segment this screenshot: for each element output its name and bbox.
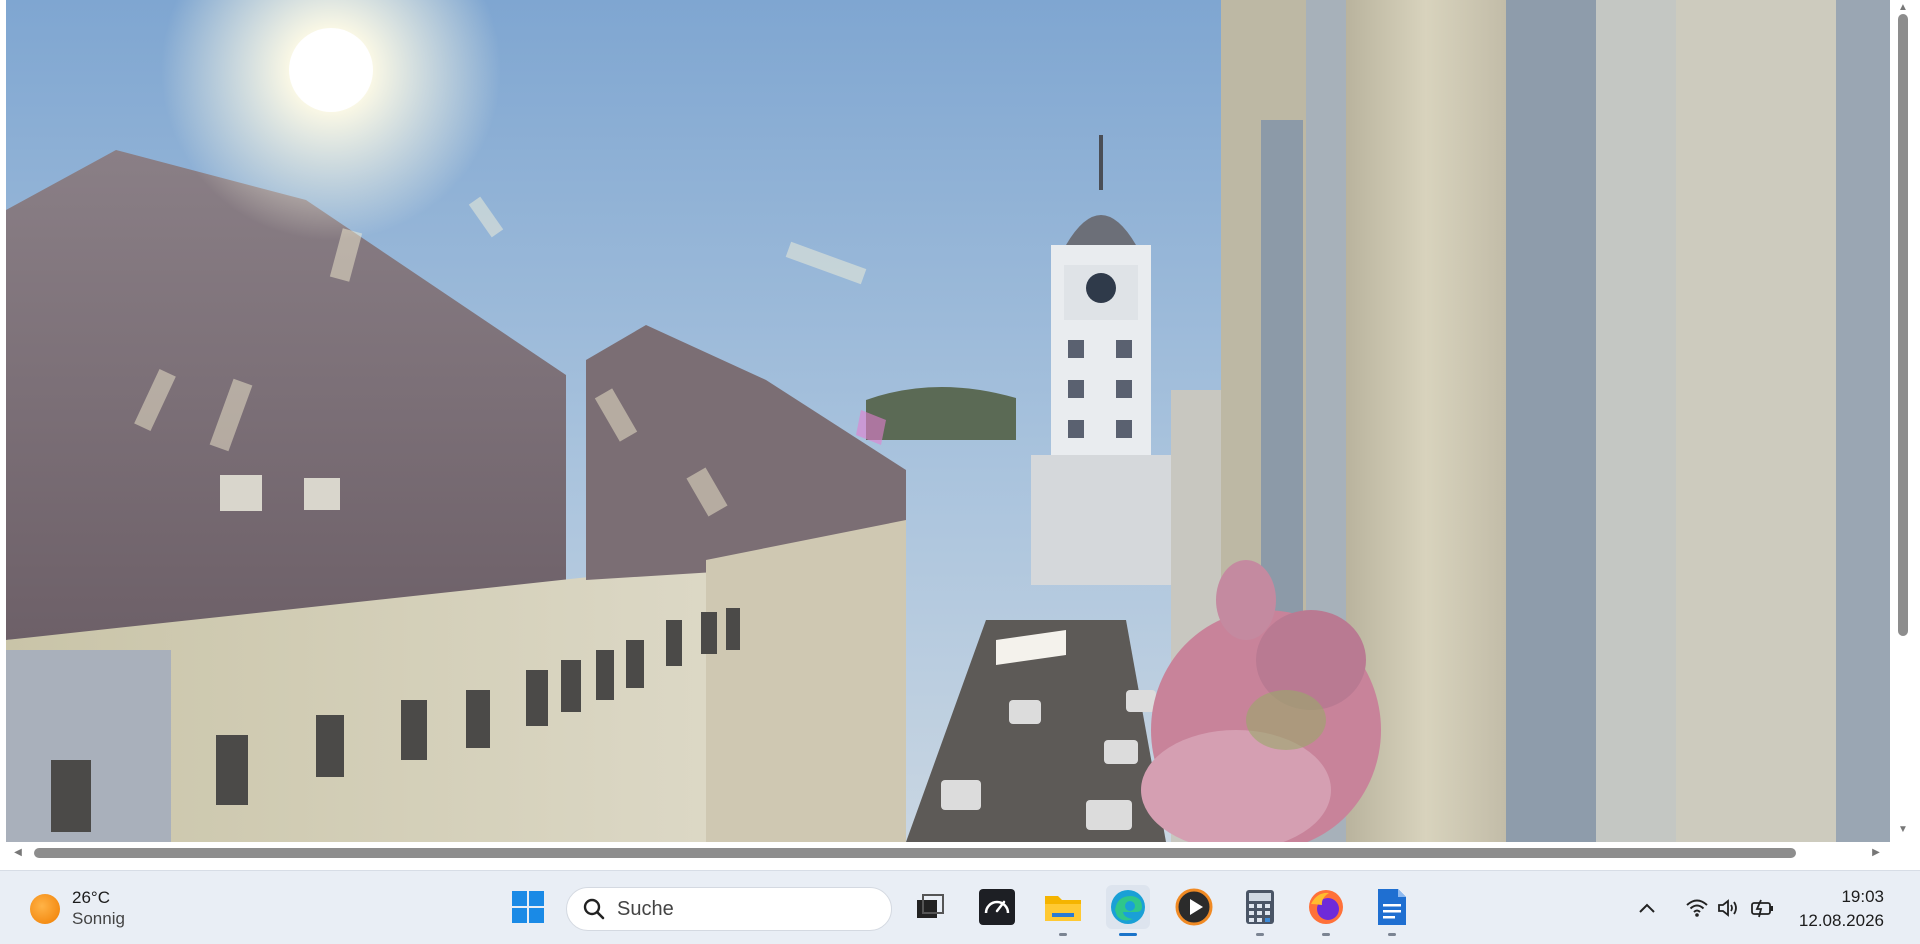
- vertical-scroll-thumb[interactable]: [1898, 14, 1908, 636]
- search-icon: [583, 898, 605, 920]
- webcam-image: [6, 0, 1890, 842]
- battery-status[interactable]: [1748, 893, 1778, 923]
- search-placeholder: Suche: [617, 897, 674, 920]
- task-view-icon: [917, 894, 944, 918]
- vertical-scrollbar[interactable]: ▲ ▼: [1892, 0, 1914, 842]
- scroll-down-arrow-icon[interactable]: ▼: [1892, 822, 1914, 838]
- wifi-status[interactable]: [1682, 893, 1712, 923]
- taskbar: 26°C Sonnig Suche 19:03 12.08.2026: [0, 870, 1920, 944]
- running-indicator: [1388, 933, 1396, 936]
- search-box[interactable]: Suche: [566, 887, 892, 931]
- play-icon: [1175, 888, 1213, 926]
- task-view-button[interactable]: [908, 885, 952, 929]
- wifi-icon: [1686, 899, 1708, 917]
- sun-icon: [30, 894, 60, 924]
- chevron-up-icon: [1639, 903, 1655, 913]
- weather-temperature: 26°C: [72, 888, 110, 907]
- start-button[interactable]: [506, 885, 550, 929]
- calculator-app[interactable]: [1238, 885, 1282, 936]
- running-indicator: [1322, 933, 1330, 936]
- browser-viewport: ▲ ▼ ◀ ▶: [0, 0, 1920, 864]
- running-indicator: [1256, 933, 1264, 936]
- folder-icon: [1045, 896, 1081, 921]
- document-icon: [1378, 889, 1406, 925]
- show-hidden-icons-button[interactable]: [1632, 893, 1662, 923]
- running-indicator: [1059, 933, 1067, 936]
- speedometer-app[interactable]: [975, 885, 1019, 929]
- clock-time: 19:03: [1841, 887, 1884, 906]
- firefox-icon: [1309, 890, 1343, 924]
- battery-icon: [1751, 899, 1773, 918]
- media-player-app[interactable]: [1172, 885, 1216, 929]
- volume-icon: [1718, 899, 1737, 917]
- speedometer-icon: [979, 889, 1015, 925]
- horizontal-scroll-thumb[interactable]: [34, 848, 1796, 858]
- volume-control[interactable]: [1714, 893, 1744, 923]
- file-explorer-app[interactable]: [1041, 885, 1085, 936]
- docs-app[interactable]: [1370, 885, 1414, 936]
- calculator-icon: [1246, 890, 1274, 924]
- scroll-right-arrow-icon[interactable]: ▶: [1868, 842, 1884, 864]
- weather-condition: Sonnig: [72, 909, 125, 928]
- firefox-app[interactable]: [1304, 885, 1348, 936]
- scroll-left-arrow-icon[interactable]: ◀: [10, 842, 26, 864]
- active-indicator: [1119, 933, 1137, 936]
- weather-widget[interactable]: 26°C Sonnig: [30, 887, 125, 931]
- windows-icon: [512, 891, 544, 923]
- edge-app[interactable]: [1106, 885, 1150, 936]
- horizontal-scrollbar[interactable]: ◀ ▶: [0, 842, 1892, 864]
- system-clock[interactable]: 19:03 12.08.2026: [1799, 885, 1884, 933]
- edge-icon: [1111, 890, 1145, 924]
- clock-date: 12.08.2026: [1798, 911, 1884, 930]
